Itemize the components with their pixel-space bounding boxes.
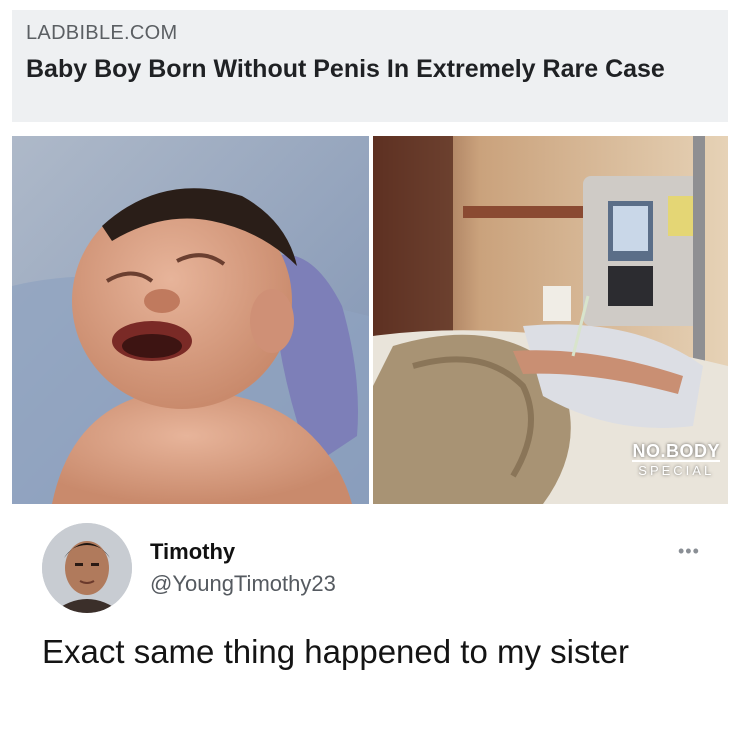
link-source-domain: LADBIBLE.COM [26, 22, 178, 44]
newborn-baby-image[interactable] [12, 136, 369, 504]
user-avatar-icon [42, 523, 132, 613]
watermark-top-text: NO.BODY [632, 441, 720, 462]
avatar[interactable] [42, 523, 132, 613]
tweet: Timothy @YoungTimothy23 ••• Exact same t… [0, 505, 740, 740]
tweet-text: Exact same thing happened to my sister [42, 633, 629, 670]
article-headline[interactable]: Baby Boy Born Without Penis In Extremely… [26, 53, 714, 85]
more-options-icon[interactable]: ••• [678, 541, 700, 562]
watermark-bottom-text: SPECIAL [638, 463, 715, 478]
link-preview-card[interactable]: LADBIBLE.COM Baby Boy Born Without Penis… [12, 10, 728, 122]
article-photos[interactable]: NO.BODY SPECIAL [12, 136, 728, 504]
hospital-bed-image[interactable]: NO.BODY SPECIAL [373, 136, 728, 504]
tweet-author-name[interactable]: Timothy [150, 539, 235, 565]
tweet-author-handle[interactable]: @YoungTimothy23 [150, 571, 336, 597]
watermark: NO.BODY SPECIAL [632, 442, 720, 480]
